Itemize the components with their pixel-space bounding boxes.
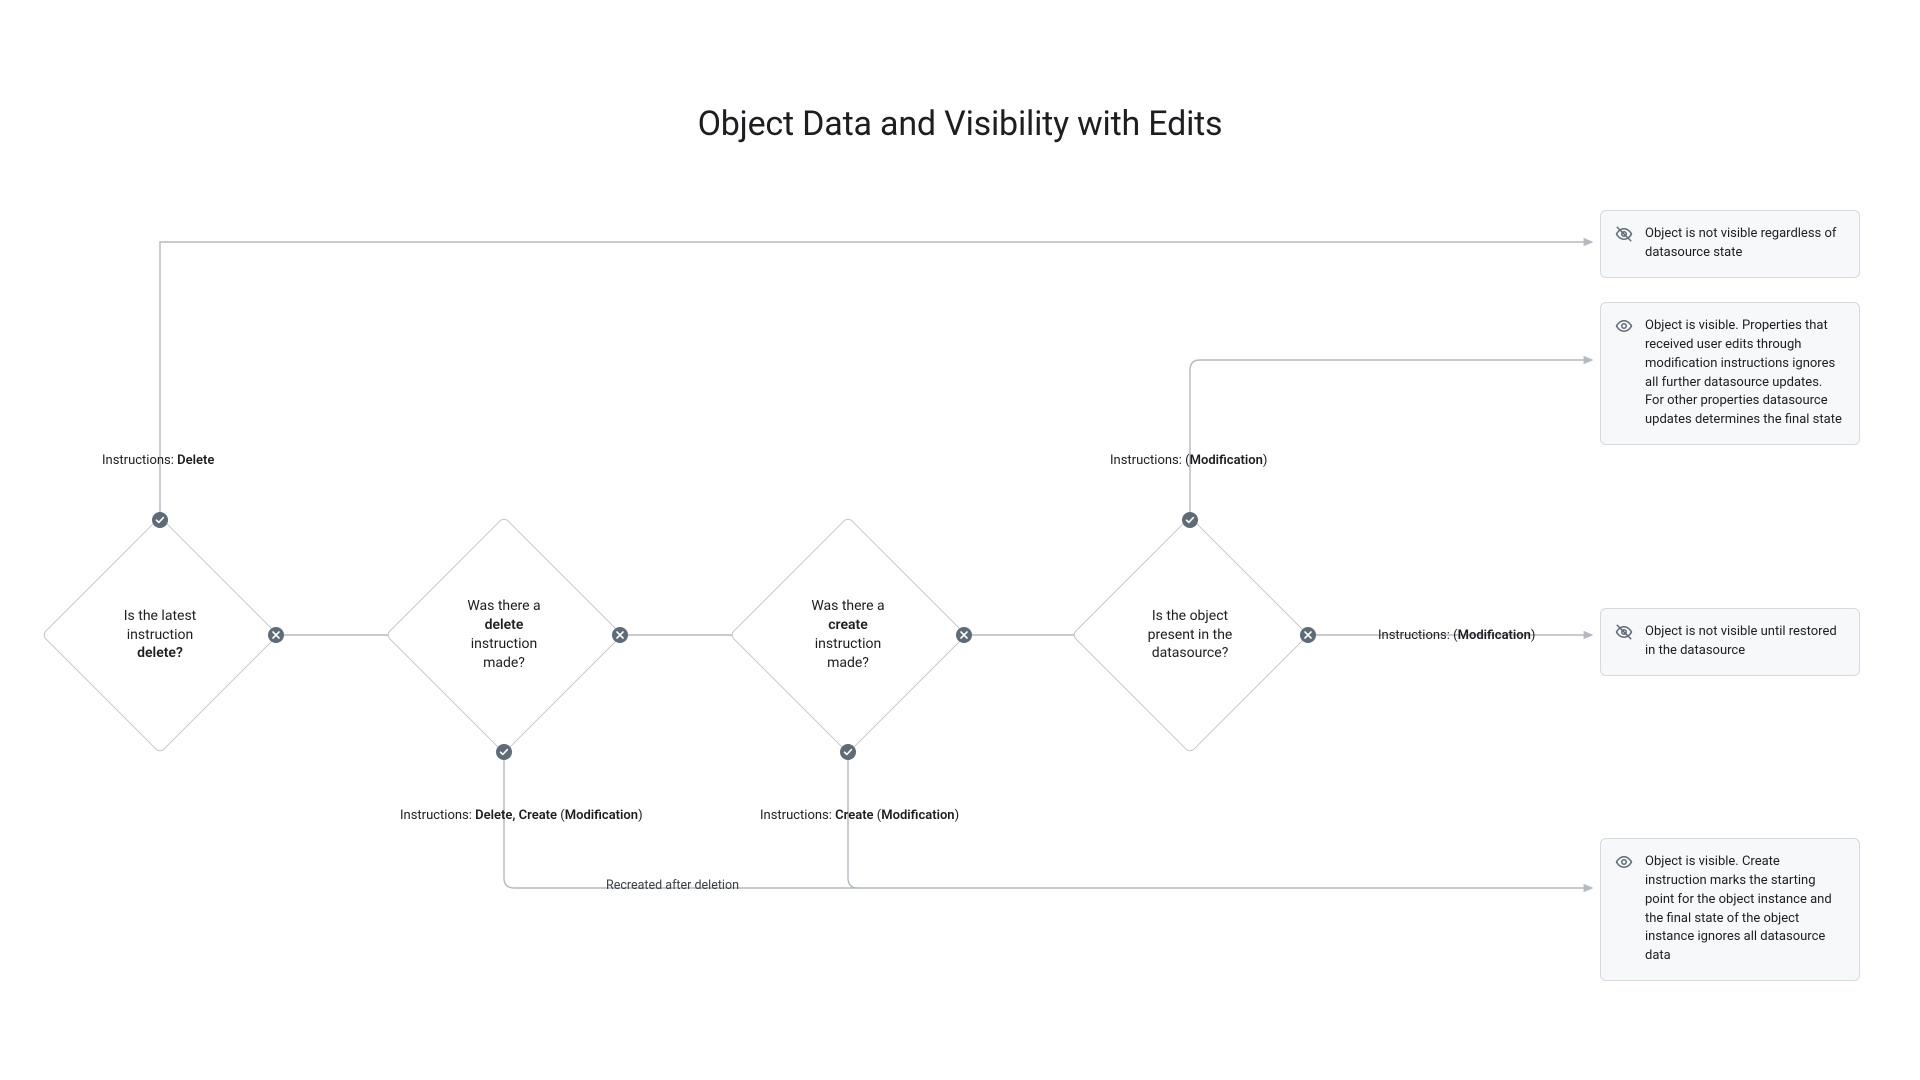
cross-icon: [956, 627, 972, 643]
outcome-visible-partial-override: Object is visible. Properties that recei…: [1600, 302, 1860, 445]
eye-off-icon: [1615, 225, 1633, 243]
label-instructions-create: Instructions: Create (Modification): [760, 808, 959, 823]
check-icon: [1182, 512, 1198, 528]
check-icon: [840, 744, 856, 760]
check-icon: [496, 744, 512, 760]
flowchart-canvas: Object Data and Visibility with Edits: [0, 0, 1920, 1080]
decision-in-datasource: Is the objectpresent in thedatasource?: [1106, 551, 1274, 719]
label-instructions-delete-create: Instructions: Delete, Create (Modificati…: [400, 808, 643, 823]
diagram-title: Object Data and Visibility with Edits: [0, 104, 1920, 144]
decision-latest-delete: Is the latestinstructiondelete?: [76, 551, 244, 719]
decision-was-delete: Was there adeleteinstructionmade?: [420, 551, 588, 719]
outcome-visible-ignore-datasource: Object is visible. Create instruction ma…: [1600, 838, 1860, 981]
eye-off-icon: [1615, 623, 1633, 641]
cross-icon: [1300, 627, 1316, 643]
label-recreated: Recreated after deletion: [606, 878, 739, 893]
label-instructions-modification-right: Instructions: (Modification): [1378, 628, 1535, 643]
outcome-not-visible-until-restored: Object is not visible until restored in …: [1600, 608, 1860, 676]
eye-icon: [1615, 853, 1633, 871]
cross-icon: [612, 627, 628, 643]
eye-icon: [1615, 317, 1633, 335]
decision-was-create: Was there acreateinstructionmade?: [764, 551, 932, 719]
cross-icon: [268, 627, 284, 643]
check-icon: [152, 512, 168, 528]
label-instructions-modification-top: Instructions: (Modification): [1110, 453, 1267, 468]
label-instructions-delete: Instructions: Delete: [102, 453, 214, 468]
outcome-not-visible-regardless: Object is not visible regardless of data…: [1600, 210, 1860, 278]
